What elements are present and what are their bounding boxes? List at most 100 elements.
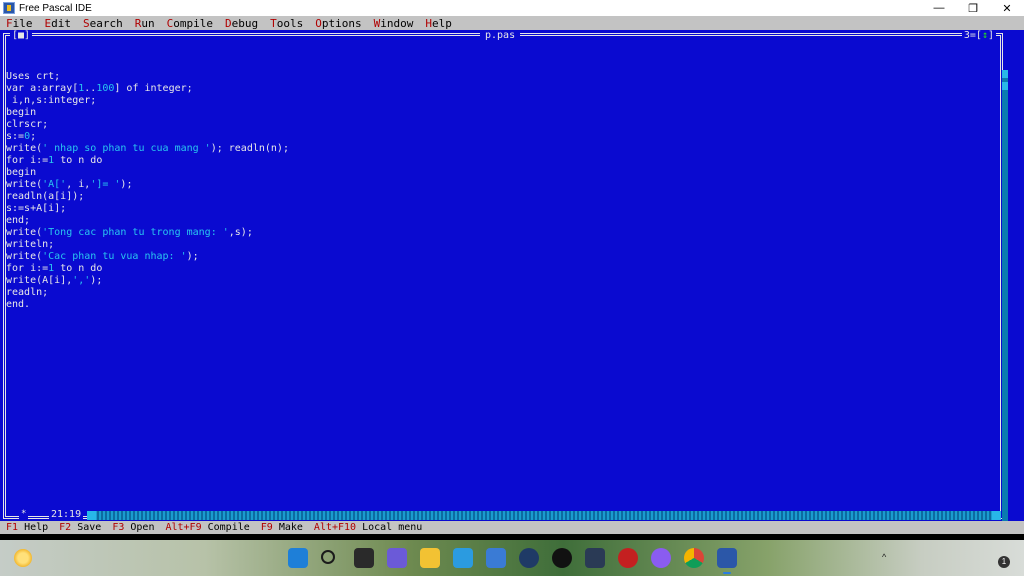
code-token: write(A[i], — [6, 275, 73, 286]
edge-icon[interactable] — [453, 548, 473, 568]
menu-label: ptions — [321, 16, 362, 30]
terminal-icon[interactable] — [585, 548, 605, 568]
task-view-icon[interactable] — [354, 548, 374, 568]
code-token: for i:= — [6, 155, 49, 166]
menu-file[interactable]: File — [0, 17, 39, 30]
string-literal: 'Cac phan tu vua nhap: ' — [42, 251, 187, 262]
code-line: for i:=1 to n do — [6, 155, 289, 167]
menu-compile[interactable]: Compile — [161, 17, 219, 30]
string-literal: ' nhap so phan tu cua mang ' — [42, 143, 211, 154]
menu-label: indow — [380, 16, 414, 30]
code-line: for i:=1 to n do — [6, 263, 289, 275]
fkey-label: Local menu — [356, 522, 423, 533]
minimize-button[interactable]: — — [922, 0, 956, 16]
menu-label: elp — [432, 16, 452, 30]
notification-badge[interactable]: 1 — [998, 556, 1010, 568]
code-token: clrscr; — [6, 119, 49, 130]
code-token: write( — [6, 251, 43, 262]
code-line: s:=0; — [6, 131, 289, 143]
menu-edit[interactable]: Edit — [39, 17, 78, 30]
scroll-up-arrow[interactable] — [1002, 70, 1008, 78]
menu-window[interactable]: Window — [368, 17, 420, 30]
fkey-open[interactable]: F3 Open — [112, 521, 154, 534]
editor-close-button[interactable]: [■] — [10, 30, 33, 41]
menu-hotkey: F — [6, 16, 13, 30]
code-line: i,n,s:integer; — [6, 95, 289, 107]
menu-label: ompile — [173, 16, 213, 30]
restore-button[interactable]: ❐ — [956, 0, 990, 16]
code-token: s:= — [6, 131, 25, 142]
code-line: write(' nhap so phan tu cua mang '); rea… — [6, 143, 289, 155]
code-line: end; — [6, 215, 289, 227]
free-pascal-app-icon — [3, 2, 15, 14]
fkey-local-menu[interactable]: Alt+F10 Local menu — [314, 521, 422, 534]
code-token: ; — [30, 131, 37, 142]
fkey-save[interactable]: F2 Save — [59, 521, 101, 534]
menu-search[interactable]: Search — [77, 17, 129, 30]
string-literal: ']= ' — [90, 179, 121, 190]
code-line: var a:array[1..100] of integer; — [6, 83, 289, 95]
menu-options[interactable]: Options — [309, 17, 367, 30]
code-token: s:=s+A[i]; — [6, 203, 67, 214]
menu-tools[interactable]: Tools — [264, 17, 309, 30]
weather-icon[interactable] — [14, 549, 32, 567]
fkey-key: Alt+F10 — [313, 522, 357, 533]
antivirus-icon[interactable] — [618, 548, 638, 568]
code-token: ); — [120, 179, 133, 190]
chrome-icon[interactable] — [684, 548, 704, 568]
string-literal: 'A[' — [42, 179, 67, 190]
fkey-compile[interactable]: Alt+F9 Compile — [165, 521, 249, 534]
fkey-key: F1 — [6, 522, 19, 533]
store-icon[interactable] — [486, 548, 506, 568]
messenger-icon[interactable] — [651, 548, 671, 568]
code-token: begin — [6, 107, 37, 118]
app-c-icon[interactable] — [519, 548, 539, 568]
vertical-scrollbar[interactable] — [1002, 70, 1008, 540]
code-line: writeln; — [6, 239, 289, 251]
vertical-scroll-thumb[interactable] — [1002, 82, 1008, 90]
fkey-label: Open — [124, 522, 155, 533]
start-icon[interactable] — [288, 548, 308, 568]
menu-debug[interactable]: Debug — [219, 17, 264, 30]
code-token: ); — [90, 275, 103, 286]
tiktok-icon[interactable] — [552, 548, 572, 568]
menu-hotkey: D — [225, 16, 232, 30]
menu-help[interactable]: Help — [419, 17, 458, 30]
fkey-key: F3 — [112, 522, 125, 533]
code-token: write( — [6, 227, 43, 238]
windows-taskbar: ^ 1 — [0, 540, 1024, 576]
editor-window-number[interactable]: 3=[↕] — [961, 30, 996, 41]
code-token: , i, — [66, 179, 91, 190]
scroll-right-arrow[interactable] — [992, 511, 1001, 520]
tray-arrow-icon[interactable]: ^ — [882, 552, 886, 562]
menu-run[interactable]: Run — [129, 17, 161, 30]
close-glyph: [■] — [12, 30, 31, 41]
code-token: end; — [6, 215, 31, 226]
horizontal-scrollbar[interactable] — [87, 511, 1001, 520]
code-token: for i:= — [6, 263, 49, 274]
menu-label: un — [141, 16, 155, 30]
code-token: Uses crt; — [6, 71, 61, 82]
teams-chat-icon[interactable] — [387, 548, 407, 568]
code-area[interactable]: Uses crt; var a:array[1..100] of integer;… — [6, 71, 289, 311]
code-token: end. — [6, 299, 31, 310]
free-pascal-icon[interactable] — [717, 548, 737, 574]
menu-label: dit — [51, 16, 71, 30]
editor-bottom-row: * 21:19 — [3, 509, 1003, 520]
scroll-left-arrow[interactable] — [87, 511, 96, 520]
search-icon[interactable] — [321, 550, 335, 564]
code-line: Uses crt; — [6, 71, 289, 83]
fkey-label: Make — [272, 522, 303, 533]
code-line: readln(a[i]); — [6, 191, 289, 203]
code-line: write('Tong cac phan tu trong mang: ',s)… — [6, 227, 289, 239]
fkey-make[interactable]: F9 Make — [261, 521, 303, 534]
system-tray[interactable]: ^ 1 — [874, 544, 1024, 572]
close-window-button[interactable]: ✕ — [990, 0, 1024, 16]
fkey-help[interactable]: F1 Help — [6, 521, 48, 534]
code-token: ,s); — [228, 227, 253, 238]
code-token: ] of integer; — [114, 83, 193, 94]
window-titlebar: Free Pascal IDE — ❐ ✕ — [0, 0, 1024, 16]
file-explorer-icon[interactable] — [420, 548, 440, 568]
fkey-label: Save — [71, 522, 102, 533]
code-token: to n do — [54, 263, 103, 274]
